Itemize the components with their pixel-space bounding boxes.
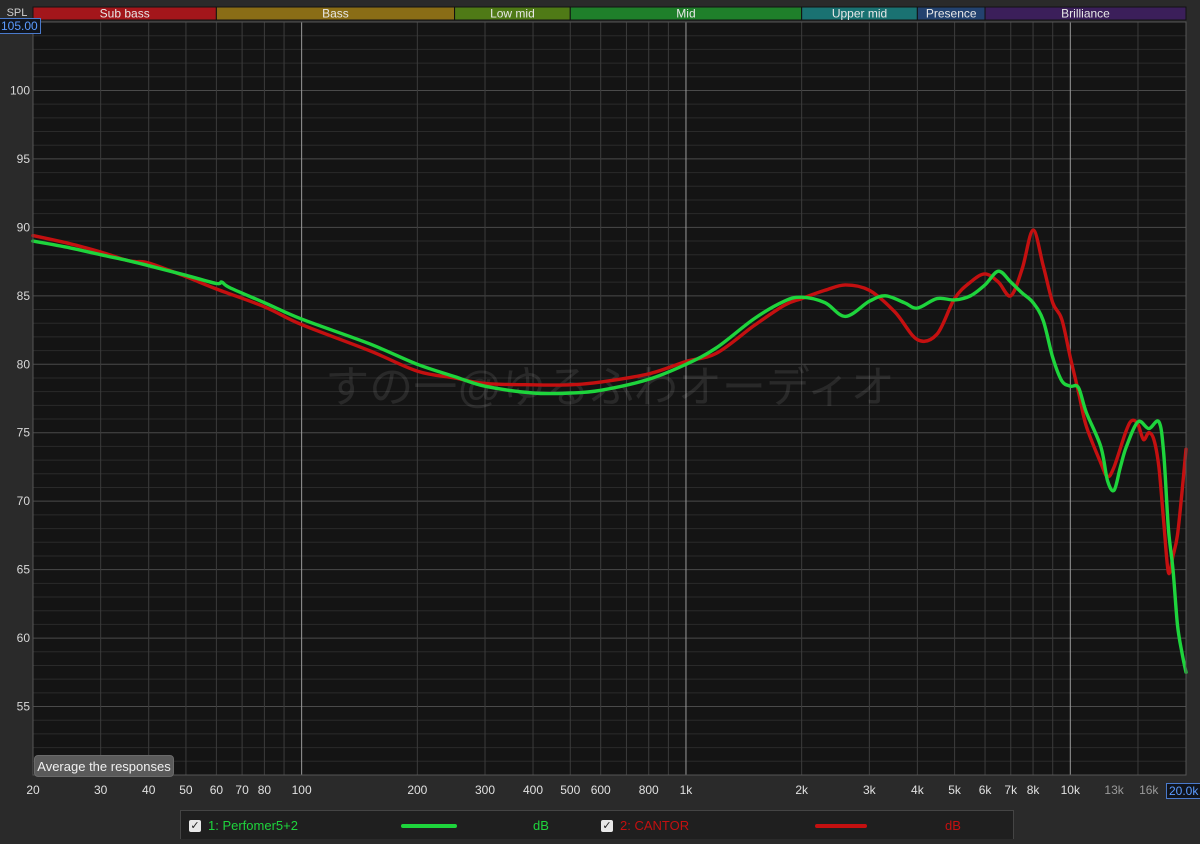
x-tick-label: 1k — [680, 783, 694, 797]
band-label: Upper mid — [832, 7, 887, 21]
band-label: Low mid — [490, 7, 535, 21]
series-1-checkbox[interactable]: ✓ — [189, 819, 201, 832]
x-tick-label: 3k — [863, 783, 877, 797]
x-tick-label: 20 — [26, 783, 40, 797]
series-2-unit: dB — [945, 818, 961, 833]
band-label: Brilliance — [1061, 7, 1110, 21]
band-label: Sub bass — [100, 7, 150, 21]
y-tick-label: 95 — [17, 152, 31, 166]
legend-item-series-2: ✓ 2: CANTOR — [601, 811, 689, 840]
x-tick-label: 4k — [911, 783, 925, 797]
x-tick-label: 30 — [94, 783, 108, 797]
band-label: Bass — [322, 7, 349, 21]
x-tick-label: 200 — [407, 783, 427, 797]
x-tick-label: 500 — [560, 783, 580, 797]
y-tick-label: 75 — [17, 426, 31, 440]
series-2-label: 2: CANTOR — [620, 818, 690, 833]
series-2-swatch — [815, 824, 867, 828]
x-tick-label: 2k — [795, 783, 809, 797]
x-tick-label: 300 — [475, 783, 495, 797]
series-1-unit: dB — [533, 818, 549, 833]
x-tick-label: 800 — [639, 783, 659, 797]
frequency-response-window: Sub bass Bass Low mid Mid Upper mid Presence B… — [0, 0, 1200, 839]
x-tick-label: 400 — [523, 783, 543, 797]
legend-item-series-1: ✓ 1: Perfomer5+2 — [189, 811, 298, 840]
x-tick-label: 7k — [1004, 783, 1018, 797]
series-2-checkbox[interactable]: ✓ — [601, 819, 613, 832]
y-tick-label: 80 — [17, 357, 31, 371]
band-label: Presence — [926, 7, 977, 21]
y-tick-label: 70 — [17, 494, 31, 508]
band-label: Mid — [676, 7, 695, 21]
x-tick-label: 8k — [1027, 783, 1041, 797]
x-tick-label: 16k — [1139, 783, 1159, 797]
x-tick-label: 40 — [142, 783, 156, 797]
y-tick-label: 60 — [17, 631, 31, 645]
average-responses-button[interactable]: Average the responses — [34, 755, 174, 777]
bottom-range-field[interactable]: 20.0k — [1166, 783, 1200, 799]
x-tick-label: 80 — [258, 783, 272, 797]
x-tick-label: 5k — [948, 783, 962, 797]
y-tick-label: 100 — [10, 83, 30, 97]
y-tick-label: 85 — [17, 289, 31, 303]
y-tick-label: 65 — [17, 563, 31, 577]
y-tick-label: 55 — [17, 700, 31, 714]
series-1-label: 1: Perfomer5+2 — [208, 818, 298, 833]
y-tick-label: 90 — [17, 220, 31, 234]
x-tick-label: 50 — [179, 783, 193, 797]
frequency-response-chart: Sub bass Bass Low mid Mid Upper mid Presence B… — [0, 0, 1200, 839]
x-tick-label: 70 — [235, 783, 249, 797]
x-tick-label: 10k — [1061, 783, 1081, 797]
top-range-field[interactable]: 105.00 — [0, 18, 41, 34]
series-1-swatch — [401, 824, 457, 828]
x-tick-label: 600 — [591, 783, 611, 797]
x-tick-label: 6k — [979, 783, 993, 797]
legend-bar: ✓ 1: Perfomer5+2 dB ✓ 2: CANTOR dB — [180, 810, 1014, 839]
x-tick-label: 13k — [1104, 783, 1124, 797]
x-tick-label: 100 — [292, 783, 312, 797]
x-tick-label: 60 — [210, 783, 224, 797]
